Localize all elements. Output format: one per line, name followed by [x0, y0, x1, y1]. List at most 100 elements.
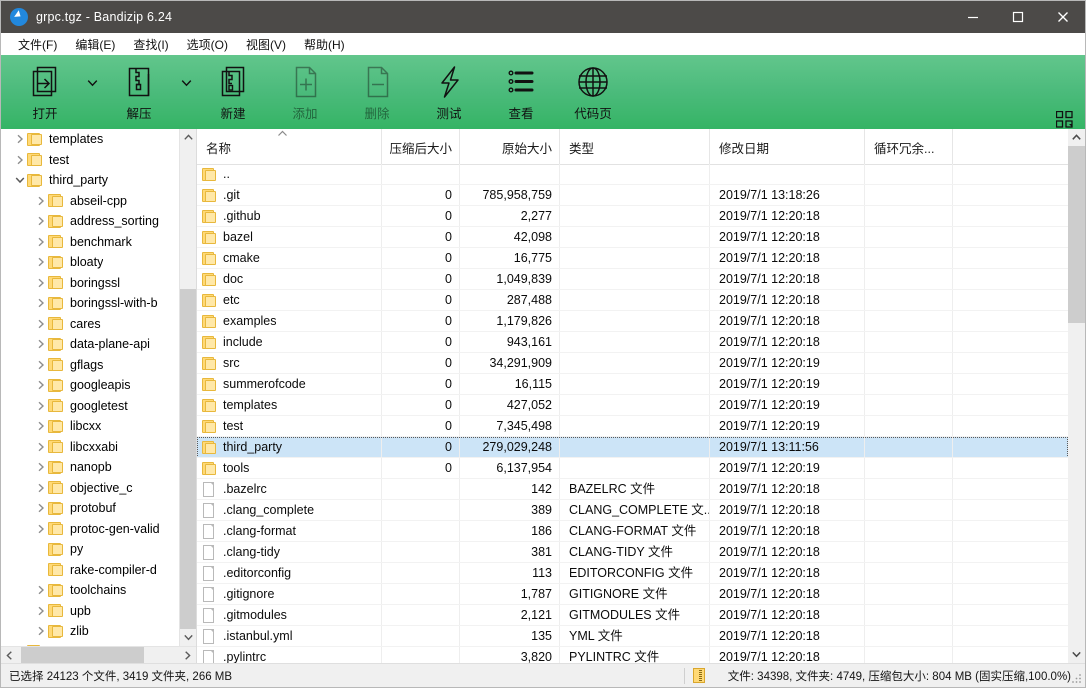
table-row[interactable]: summerofcode 0 16,115 2019/7/1 12:20:19	[197, 374, 1068, 395]
maximize-button[interactable]	[995, 1, 1040, 33]
tree-item-test[interactable]: test	[1, 150, 179, 171]
tree-item-abseil-cpp[interactable]: abseil-cpp	[1, 191, 179, 212]
table-row[interactable]: .istanbul.yml 135 YML 文件 2019/7/1 12:20:18	[197, 626, 1068, 647]
layout-grid-icon[interactable]	[1055, 110, 1073, 131]
chevron-down-icon[interactable]	[81, 55, 103, 129]
toolbar-button-解压[interactable]: 解压	[103, 55, 175, 129]
menu-item-1[interactable]: 编辑(E)	[66, 34, 124, 55]
toolbar-button-添加[interactable]: 添加	[269, 55, 341, 129]
chevron-right-icon[interactable]	[34, 498, 48, 518]
list-scroll-up-icon[interactable]	[1068, 129, 1085, 146]
table-row[interactable]: .clang-format 186 CLANG-FORMAT 文件 2019/7/1 …	[197, 521, 1068, 542]
menu-item-0[interactable]: 文件(F)	[9, 34, 66, 55]
tree-item-rake-compiler-d[interactable]: rake-compiler-d	[1, 560, 179, 581]
tree-item-toolchains[interactable]: toolchains	[1, 580, 179, 601]
toolbar-button-打开[interactable]: 打开	[9, 55, 81, 129]
tree-item-benchmark[interactable]: benchmark	[1, 232, 179, 253]
column-header-name[interactable]: 名称	[197, 129, 382, 164]
tree-scroll-down-icon[interactable]	[180, 629, 196, 646]
table-row[interactable]: .gitignore 1,787 GITIGNORE 文件 2019/7/1 12:2…	[197, 584, 1068, 605]
chevron-right-icon[interactable]	[34, 355, 48, 375]
table-row[interactable]: include 0 943,161 2019/7/1 12:20:18	[197, 332, 1068, 353]
chevron-right-icon[interactable]	[13, 129, 27, 149]
toolbar-button-新建[interactable]: 新建	[197, 55, 269, 129]
chevron-right-icon[interactable]	[34, 621, 48, 641]
list-scrollbar-thumb[interactable]	[1068, 146, 1085, 323]
table-row[interactable]: .gitmodules 2,121 GITMODULES 文件 2019/7/1 12…	[197, 605, 1068, 626]
chevron-right-icon[interactable]	[34, 396, 48, 416]
tree-item-protoc-gen-valid[interactable]: protoc-gen-valid	[1, 519, 179, 540]
minimize-button[interactable]	[950, 1, 995, 33]
folder-tree[interactable]: templates test third_party abseil-cpp addres…	[1, 129, 179, 646]
column-header-size[interactable]: 原始大小	[460, 129, 560, 164]
table-row[interactable]: .clang_complete 389 CLANG_COMPLETE 文... 201…	[197, 500, 1068, 521]
menu-item-3[interactable]: 选项(O)	[178, 34, 237, 55]
tree-hscrollbar-thumb[interactable]	[21, 647, 144, 663]
tree-item-googleapis[interactable]: googleapis	[1, 375, 179, 396]
tree-item-templates[interactable]: templates	[1, 129, 179, 150]
chevron-right-icon[interactable]	[34, 273, 48, 293]
tree-item-third_party[interactable]: third_party	[1, 170, 179, 191]
table-row[interactable]: ..	[197, 164, 1068, 185]
tree-item-protobuf[interactable]: protobuf	[1, 498, 179, 519]
column-header-date[interactable]: 修改日期	[710, 129, 865, 164]
tree-vertical-scrollbar[interactable]	[179, 129, 196, 646]
column-header-crc[interactable]: 循环冗余...	[865, 129, 953, 164]
tree-item-cares[interactable]: cares	[1, 314, 179, 335]
tree-item-nanopb[interactable]: nanopb	[1, 457, 179, 478]
tree-scroll-left-icon[interactable]	[1, 647, 18, 663]
table-row[interactable]: .github 0 2,277 2019/7/1 12:20:18	[197, 206, 1068, 227]
table-row[interactable]: .bazelrc 142 BAZELRC 文件 2019/7/1 12:20:18	[197, 479, 1068, 500]
table-row[interactable]: third_party 0 279,029,248 2019/7/1 13:11:56	[197, 437, 1068, 458]
table-row[interactable]: .pylintrc 3,820 PYLINTRC 文件 2019/7/1 12:20:…	[197, 647, 1068, 663]
chevron-right-icon[interactable]	[34, 375, 48, 395]
chevron-down-icon[interactable]	[13, 170, 27, 190]
chevron-right-icon[interactable]	[34, 191, 48, 211]
chevron-right-icon[interactable]	[13, 150, 27, 170]
chevron-right-icon[interactable]	[34, 232, 48, 252]
tree-item-gflags[interactable]: gflags	[1, 355, 179, 376]
toolbar-button-删除[interactable]: 删除	[341, 55, 413, 129]
tree-item-objective_c[interactable]: objective_c	[1, 478, 179, 499]
list-scroll-down-icon[interactable]	[1068, 646, 1085, 663]
chevron-right-icon[interactable]	[34, 601, 48, 621]
tree-item-py[interactable]: py	[1, 539, 179, 560]
chevron-right-icon[interactable]	[34, 211, 48, 231]
toolbar-button-测试[interactable]: 测试	[413, 55, 485, 129]
toolbar-button-查看[interactable]: 查看	[485, 55, 557, 129]
tree-scroll-right-icon[interactable]	[179, 647, 196, 663]
file-list-rows[interactable]: .. .git 0 785,958,759 2019/7/1 13:18:26 .gith…	[197, 164, 1068, 663]
menu-item-4[interactable]: 视图(V)	[237, 34, 295, 55]
table-row[interactable]: etc 0 287,488 2019/7/1 12:20:18	[197, 290, 1068, 311]
tree-scrollbar-thumb[interactable]	[180, 289, 196, 629]
close-button[interactable]	[1040, 1, 1085, 33]
column-header-packed[interactable]: 压缩后大小	[382, 129, 460, 164]
table-row[interactable]: doc 0 1,049,839 2019/7/1 12:20:18	[197, 269, 1068, 290]
tree-item-boringssl[interactable]: boringssl	[1, 273, 179, 294]
table-row[interactable]: .clang-tidy 381 CLANG-TIDY 文件 2019/7/1 12:2…	[197, 542, 1068, 563]
chevron-right-icon[interactable]	[34, 314, 48, 334]
tree-horizontal-scrollbar[interactable]	[1, 646, 196, 663]
table-row[interactable]: tools 0 6,137,954 2019/7/1 12:20:19	[197, 458, 1068, 479]
tree-item-upb[interactable]: upb	[1, 601, 179, 622]
table-row[interactable]: .git 0 785,958,759 2019/7/1 13:18:26	[197, 185, 1068, 206]
chevron-right-icon[interactable]	[34, 416, 48, 436]
chevron-down-icon[interactable]	[175, 55, 197, 129]
tree-item-zlib[interactable]: zlib	[1, 621, 179, 642]
resize-grip[interactable]	[1070, 672, 1082, 684]
table-row[interactable]: examples 0 1,179,826 2019/7/1 12:20:18	[197, 311, 1068, 332]
tree-scroll-up-icon[interactable]	[180, 129, 196, 146]
table-row[interactable]: test 0 7,345,498 2019/7/1 12:20:19	[197, 416, 1068, 437]
tree-item-address_sorting[interactable]: address_sorting	[1, 211, 179, 232]
tree-item-data-plane-api[interactable]: data-plane-api	[1, 334, 179, 355]
chevron-right-icon[interactable]	[34, 580, 48, 600]
chevron-right-icon[interactable]	[34, 437, 48, 457]
table-row[interactable]: src 0 34,291,909 2019/7/1 12:20:19	[197, 353, 1068, 374]
column-header-type[interactable]: 类型	[560, 129, 710, 164]
menu-item-2[interactable]: 查找(I)	[124, 34, 177, 55]
tree-item-bloaty[interactable]: bloaty	[1, 252, 179, 273]
table-row[interactable]: bazel 0 42,098 2019/7/1 12:20:18	[197, 227, 1068, 248]
tree-item-googletest[interactable]: googletest	[1, 396, 179, 417]
file-list-vertical-scrollbar[interactable]	[1068, 129, 1085, 663]
table-row[interactable]: cmake 0 16,775 2019/7/1 12:20:18	[197, 248, 1068, 269]
